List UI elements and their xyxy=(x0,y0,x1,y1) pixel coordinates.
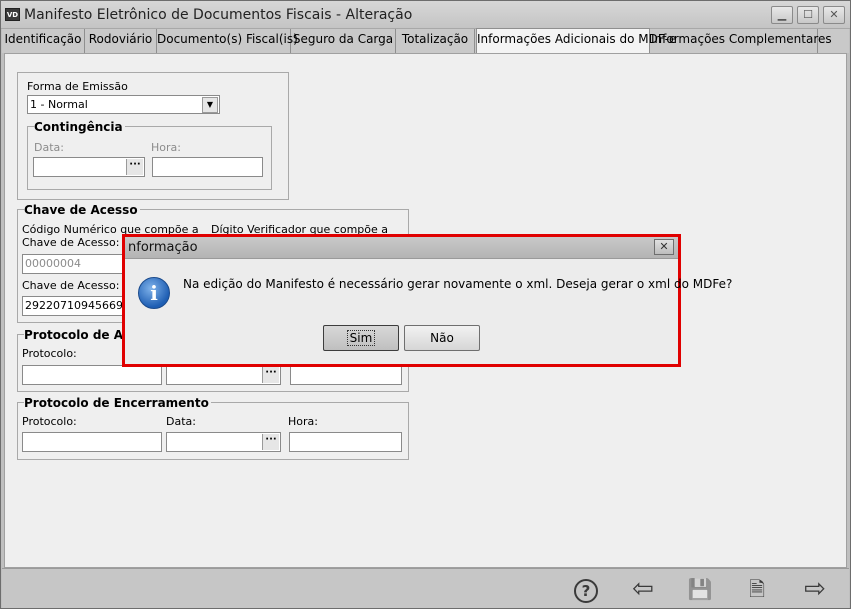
contingencia-hora-field[interactable] xyxy=(152,157,263,177)
arrow-left-icon: ⇦ xyxy=(632,574,654,604)
ellipsis-icon[interactable]: ··· xyxy=(262,367,279,383)
window-title: Manifesto Eletrônico de Documentos Fisca… xyxy=(24,7,413,23)
no-button[interactable]: Não xyxy=(404,325,480,351)
tab-rodoviario[interactable]: Rodoviário xyxy=(85,29,157,53)
help-button[interactable]: ? xyxy=(573,576,599,603)
tab-documentos-fiscais[interactable]: Documento(s) Fiscal(is) xyxy=(157,29,298,53)
codigo-numerico-value: 00000004 xyxy=(25,257,81,270)
main-window: VD Manifesto Eletrônico de Documentos Fi… xyxy=(0,0,851,609)
chave-acesso-value: 2922071094566900 xyxy=(25,299,137,312)
tab-informacoes-complementares[interactable]: Informações Complementares xyxy=(651,29,832,53)
protocolo-encerramento-hora-label: Hora: xyxy=(288,415,318,428)
yes-button-label: Sim xyxy=(346,330,376,346)
contingencia-hora-label: Hora: xyxy=(151,141,181,154)
minimize-button[interactable]: ▁ xyxy=(771,6,793,24)
tab-label: Seguro da Carga xyxy=(292,32,394,46)
floppy-disk-icon: 💾 xyxy=(687,577,713,601)
tab-seguro-carga[interactable]: Seguro da Carga xyxy=(291,29,396,53)
forma-emissao-group: Forma de Emissão 1 - Normal ▼ Contingênc… xyxy=(17,72,289,200)
protocolo-encerramento-data-field[interactable]: ··· xyxy=(166,432,281,452)
tab-label: Informações Adicionais do MDF-e xyxy=(477,32,677,46)
protocolo-autorizacao-label: Protocolo: xyxy=(22,347,77,360)
bottom-toolbar: ? ⇦ 💾 🗎 ⇨ xyxy=(2,568,849,608)
dialog-message: Na edição do Manifesto é necessário gera… xyxy=(183,277,733,291)
contingencia-data-label: Data: xyxy=(34,141,64,154)
title-bar[interactable]: VD Manifesto Eletrônico de Documentos Fi… xyxy=(1,1,850,29)
back-button[interactable]: ⇦ xyxy=(630,576,656,602)
forward-button[interactable]: ⇨ xyxy=(802,576,828,602)
app-icon: VD xyxy=(5,8,20,21)
ellipsis-icon[interactable]: ··· xyxy=(126,159,143,175)
save-button[interactable]: 💾 xyxy=(687,576,713,602)
forma-emissao-select[interactable]: 1 - Normal ▼ xyxy=(27,95,220,114)
tab-bar: Identificação Rodoviário Documento(s) Fi… xyxy=(2,28,849,54)
tab-label: Documento(s) Fiscal(is) xyxy=(157,32,298,46)
yes-button[interactable]: Sim xyxy=(323,325,399,351)
information-dialog: nformação ✕ i Na edição do Manifesto é n… xyxy=(122,234,732,367)
close-window-button[interactable]: ✕ xyxy=(823,6,845,24)
maximize-button[interactable]: ☐ xyxy=(797,6,819,24)
cancel-document-button[interactable]: 🗎 xyxy=(744,576,770,602)
info-icon: i xyxy=(138,277,170,309)
tab-label: Rodoviário xyxy=(88,32,153,46)
arrow-right-icon: ⇨ xyxy=(804,574,826,604)
protocolo-encerramento-data-label: Data: xyxy=(166,415,196,428)
protocolo-encerramento-hora-field[interactable] xyxy=(289,432,402,452)
protocolo-encerramento-field[interactable] xyxy=(22,432,162,452)
help-icon: ? xyxy=(574,579,598,603)
no-button-label: Não xyxy=(430,331,454,345)
codigo-numerico-label-2: Chave de Acesso: xyxy=(22,236,120,249)
chave-acesso-label: Chave de Acesso: xyxy=(22,279,120,292)
protocolo-autorizacao-data-field[interactable]: ··· xyxy=(166,365,281,385)
tab-identificacao[interactable]: Identificação xyxy=(2,29,85,53)
chave-acesso-title: Chave de Acesso xyxy=(24,203,140,217)
protocolo-autorizacao-hora-field[interactable] xyxy=(290,365,402,385)
dialog-title-bar[interactable]: nformação ✕ xyxy=(125,237,678,259)
protocolo-encerramento-group: Protocolo de Encerramento Protocolo: Dat… xyxy=(17,396,409,460)
dialog-close-button[interactable]: ✕ xyxy=(654,239,674,255)
tab-label: Totalização xyxy=(401,32,469,46)
tab-label: Informações Complementares xyxy=(651,32,832,46)
tab-label: Identificação xyxy=(4,32,82,46)
tab-totalizacao[interactable]: Totalização xyxy=(396,29,475,53)
protocolo-encerramento-label: Protocolo: xyxy=(22,415,77,428)
protocolo-autorizacao-field[interactable] xyxy=(22,365,162,385)
contingencia-title: Contingência xyxy=(34,120,125,134)
forma-emissao-value: 1 - Normal xyxy=(30,98,88,111)
protocolo-encerramento-title: Protocolo de Encerramento xyxy=(24,396,211,410)
dialog-title: nformação xyxy=(128,240,198,255)
contingencia-group: Contingência Data: Hora: ··· xyxy=(27,120,272,190)
tab-informacoes-adicionais[interactable]: Informações Adicionais do MDF-e xyxy=(476,28,676,54)
contingencia-data-field[interactable]: ··· xyxy=(33,157,145,177)
ellipsis-icon[interactable]: ··· xyxy=(262,434,279,450)
chevron-down-icon[interactable]: ▼ xyxy=(202,97,218,113)
document-cancel-icon: 🗎 xyxy=(748,577,766,601)
forma-emissao-label: Forma de Emissão xyxy=(27,80,128,93)
